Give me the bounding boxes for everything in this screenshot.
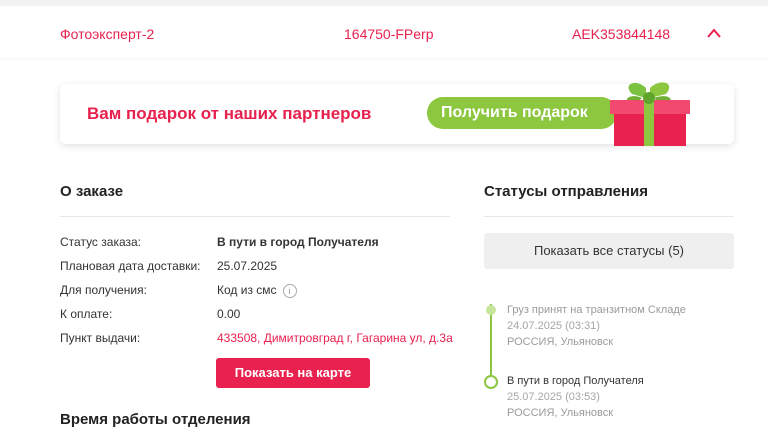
payment-label: К оплате: xyxy=(60,307,113,321)
statuses-divider xyxy=(484,216,734,217)
pickup-point-address-link[interactable]: 433508, Димитровград г, Гагарина ул, д.3… xyxy=(217,331,453,345)
order-status-label: Статус заказа: xyxy=(60,235,142,249)
pickup-point-label: Пункт выдачи: xyxy=(60,331,141,345)
show-all-statuses-button[interactable]: Показать все статусы (5) xyxy=(484,233,734,269)
banner-text: Вам подарок от наших партнеров xyxy=(87,104,372,123)
tracking-number: AEK353844148 xyxy=(572,26,671,42)
status-1-place: РОССИЯ, Ульяновск xyxy=(507,336,614,348)
partner-gift-banner[interactable]: Вам подарок от наших партнеров Получить … xyxy=(60,82,734,146)
payment-value: 0.00 xyxy=(217,307,241,321)
order-code: 164750-FPerp xyxy=(344,26,434,42)
get-gift-button[interactable]: Получить подарок xyxy=(427,97,617,129)
order-summary-row: Фотоэксперт-2 164750-FPerp AEK353844148 xyxy=(0,0,768,58)
show-on-map-button[interactable]: Показать на карте xyxy=(216,358,370,388)
status-2-title: В пути в город Получателя xyxy=(507,375,644,387)
product-name: Фотоэксперт-2 xyxy=(60,26,155,42)
order-divider xyxy=(60,216,450,217)
status-2-place: РОССИЯ, Ульяновск xyxy=(507,407,614,419)
order-status-value: В пути в город Получателя xyxy=(217,235,379,249)
order-section-title: О заказе xyxy=(60,183,124,200)
status-1-time: 24.07.2025 (03:31) xyxy=(507,320,600,332)
timeline-line xyxy=(490,304,492,380)
top-shade xyxy=(0,0,768,6)
delivery-date-value: 25.07.2025 xyxy=(217,259,278,273)
receive-method: Код из смс i xyxy=(217,283,297,298)
receive-method-value: Код из смс xyxy=(217,283,277,297)
shipment-statuses-title: Статусы отправления xyxy=(484,183,648,200)
timeline-dot-current xyxy=(484,375,498,389)
delivery-date-label: Плановая дата доставки: xyxy=(60,259,201,273)
receive-method-label: Для получения: xyxy=(60,283,147,297)
info-icon[interactable]: i xyxy=(282,283,297,298)
status-1-title: Груз принят на транзитном Складе xyxy=(507,304,686,316)
timeline-dot-completed xyxy=(486,305,496,315)
office-hours-title: Время работы отделения xyxy=(60,411,251,428)
status-2-time: 25.07.2025 (03:53) xyxy=(507,391,600,403)
gift-box-icon xyxy=(610,82,690,146)
chevron-up-icon[interactable] xyxy=(706,27,722,39)
